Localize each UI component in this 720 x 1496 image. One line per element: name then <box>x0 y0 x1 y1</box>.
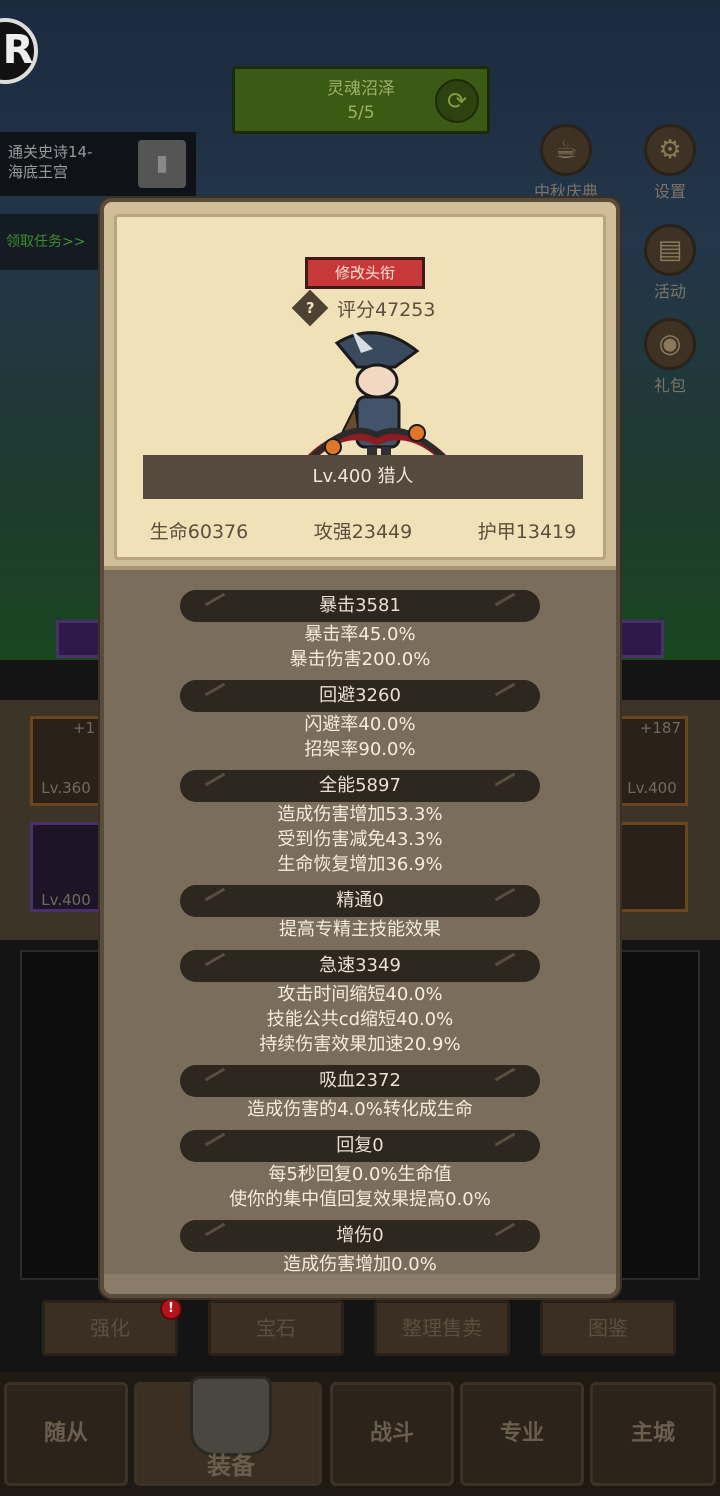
gift-pack-button[interactable]: ◉ 礼包 <box>630 318 710 396</box>
name-level-banner: Lv.400 猎人 <box>143 455 583 499</box>
equip-plus: +1 <box>72 719 95 737</box>
stat-detail-line: 每5秒回复0.0%生命值 <box>268 1164 452 1185</box>
stat-detail-line: 受到伤害减免43.3% <box>277 829 443 850</box>
stat-detail-line: 造成伤害的4.0%转化成生命 <box>247 1099 473 1120</box>
quest-item-icon: ▮ <box>138 140 186 188</box>
avatar-letter: R <box>2 27 34 73</box>
alert-badge-icon: ! <box>160 1298 182 1320</box>
stat-detail-line: 招架率90.0% <box>304 739 416 760</box>
stat-attack-power: 攻强23449 <box>313 521 413 543</box>
side-btn-label: 活动 <box>653 282 686 301</box>
stage-panel[interactable]: 灵魂沼泽 5/5 ⟳ <box>232 66 490 134</box>
nav-followers[interactable]: 随从 <box>4 1382 128 1486</box>
claim-quest-link[interactable]: 领取任务>> <box>0 214 110 270</box>
refresh-icon[interactable]: ⟳ <box>435 79 479 123</box>
side-btn-label: 设置 <box>653 182 686 201</box>
mooncake-festival-icon: ☕ <box>540 124 592 176</box>
equip-slot-helmet[interactable]: +1 Lv.360 <box>30 716 102 806</box>
stat-detail-line: 造成伤害增加53.3% <box>277 804 443 825</box>
armor-icon <box>190 1376 272 1456</box>
stat-section-header: 吸血2372 <box>180 1065 540 1097</box>
stat-section-header: 精通0 <box>180 885 540 917</box>
nav-equipment-label: 装备 <box>207 1452 255 1480</box>
score-row: ? 评分47253 <box>291 289 436 327</box>
equip-level: Lv.360 <box>41 779 91 797</box>
inventory-column-left <box>20 950 100 1280</box>
stat-detail-line: 技能公共cd缩短40.0% <box>266 1009 454 1030</box>
score-value: 评分47253 <box>337 298 436 321</box>
gear-icon: ⚙ <box>644 124 696 176</box>
events-button[interactable]: ▤ 活动 <box>630 224 710 302</box>
quest-tracker[interactable]: 通关史诗14- 海底王宫 ▮ <box>0 132 196 196</box>
nav-main-city[interactable]: 主城 <box>590 1382 716 1486</box>
stat-section-header: 全能5897 <box>180 770 540 802</box>
scroll-icon: ▤ <box>644 224 696 276</box>
stat-detail-line: 持续伤害效果加速20.9% <box>259 1034 461 1055</box>
nav-battle[interactable]: 战斗 <box>330 1382 454 1486</box>
stat-detail-line: 攻击时间缩短40.0% <box>277 984 443 1005</box>
equip-slot-sword[interactable]: +187 Lv.400 <box>616 716 688 806</box>
help-symbol: ? <box>305 298 315 317</box>
side-btn-label: 礼包 <box>653 376 686 395</box>
edit-title-button[interactable]: 修改头衔 <box>305 257 425 289</box>
stat-section-header: 回复0 <box>180 1130 540 1162</box>
inventory-column-right <box>620 950 700 1280</box>
tab-gem[interactable]: 宝石 <box>208 1300 344 1356</box>
equip-level: Lv.400 <box>627 779 677 797</box>
nav-profession[interactable]: 专业 <box>460 1382 584 1486</box>
stat-section-header: 急速3349 <box>180 950 540 982</box>
stat-detail-line: 生命恢复增加36.9% <box>277 854 443 875</box>
character-stats-modal: 修改头衔 ? 评分47253 Lv.400 猎人 生命60376 攻强23449… <box>100 198 620 1298</box>
tab-sort-sell[interactable]: 整理售卖 <box>374 1300 510 1356</box>
stat-section-header: 暴击3581 <box>180 590 540 622</box>
equip-slot-cloak[interactable] <box>616 822 688 912</box>
stat-detail-line: 使你的集中值回复效果提高0.0% <box>229 1189 491 1210</box>
stat-details-list[interactable]: 暴击3581 暴击率45.0% 暴击伤害200.0% 回避3260 闪避率40.0% 招架… <box>104 582 616 1277</box>
tab-enhance[interactable]: 强化 <box>42 1300 178 1356</box>
equip-plus: +187 <box>639 719 681 737</box>
core-stats-row: 生命60376 攻强23449 护甲13419 <box>117 517 609 544</box>
settings-button[interactable]: ⚙ 设置 <box>630 124 710 202</box>
stat-detail-line: 提高专精主技能效果 <box>279 919 441 940</box>
modal-bottom-edge <box>104 1274 616 1294</box>
giftbag-icon: ◉ <box>644 318 696 370</box>
stat-health: 生命60376 <box>149 521 249 543</box>
mid-autumn-festival-button[interactable]: ☕ 中秋庆典 <box>526 124 606 202</box>
stat-detail-line: 暴击率45.0% <box>304 624 416 645</box>
equip-slot-weapon[interactable]: Lv.400 <box>30 822 102 912</box>
stat-section-header: 增伤0 <box>180 1220 540 1252</box>
stat-detail-line: 暴击伤害200.0% <box>289 649 431 670</box>
profile-card: 修改头衔 ? 评分47253 Lv.400 猎人 生命60376 攻强23449… <box>104 202 616 570</box>
profile-card-inner: 修改头衔 ? 评分47253 Lv.400 猎人 生命60376 攻强23449… <box>114 214 606 560</box>
help-icon[interactable]: ? <box>291 289 329 327</box>
stat-section-header: 回避3260 <box>180 680 540 712</box>
equip-level: Lv.400 <box>41 891 91 909</box>
stat-detail-line: 闪避率40.0% <box>304 714 416 735</box>
tab-codex[interactable]: 图鉴 <box>540 1300 676 1356</box>
stat-armor: 护甲13419 <box>477 521 577 543</box>
